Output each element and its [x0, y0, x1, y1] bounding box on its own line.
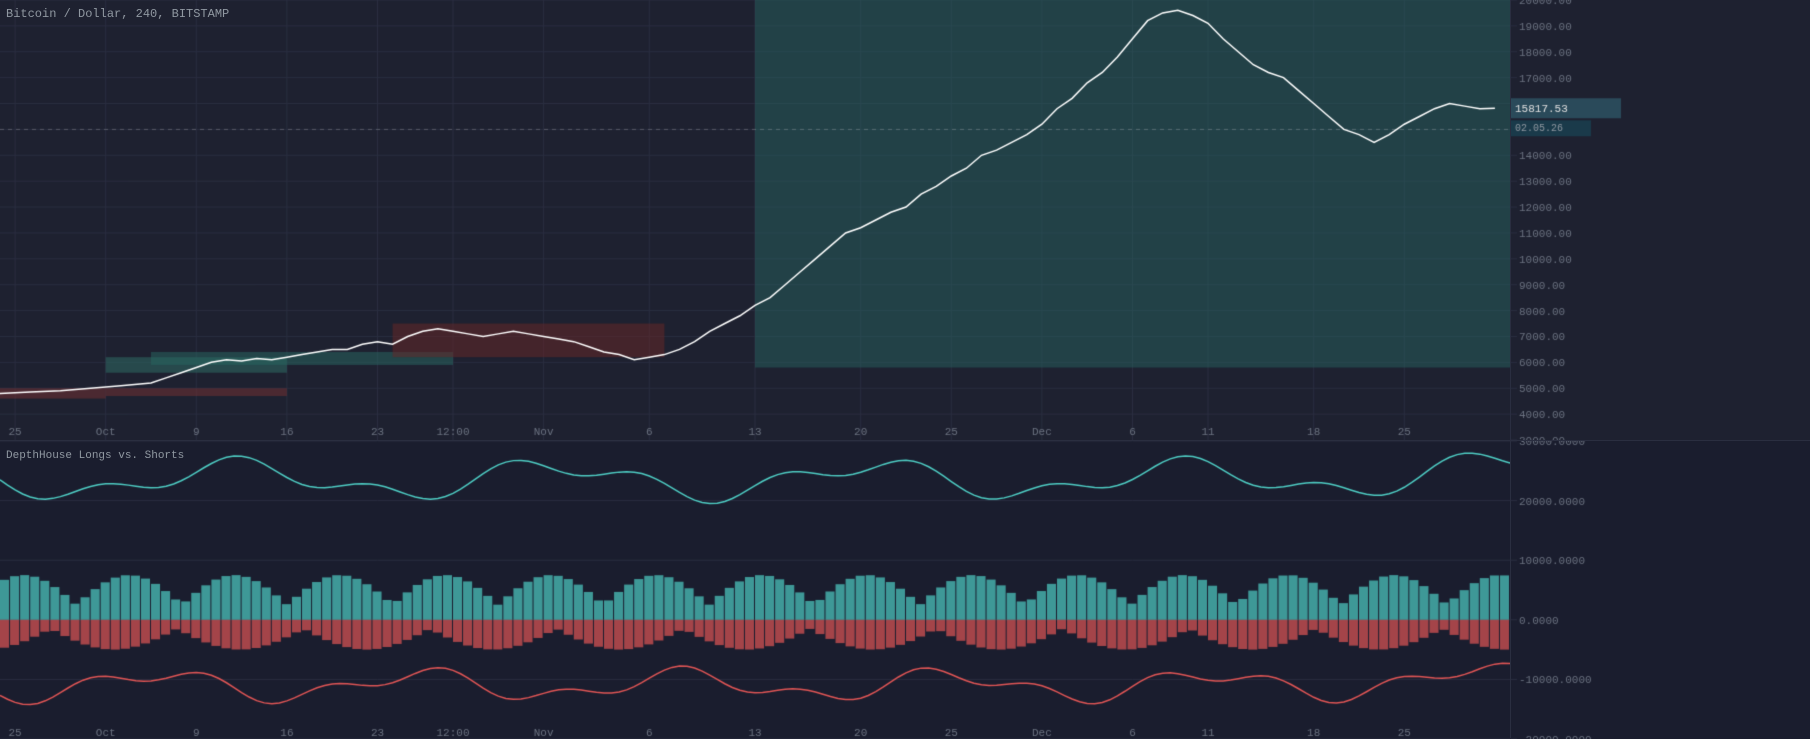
price-axis [1510, 0, 1810, 440]
chart-title: Bitcoin / Dollar, 240, BITSTAMP [6, 7, 229, 21]
indicator-axis [1510, 440, 1810, 738]
indicator-chart [0, 440, 1510, 738]
indicator-title: DepthHouse Longs vs. Shorts [6, 450, 184, 462]
main-chart [0, 0, 1510, 440]
chart-container: Bitcoin / Dollar, 240, BITSTAMP DepthHou… [0, 0, 1810, 738]
